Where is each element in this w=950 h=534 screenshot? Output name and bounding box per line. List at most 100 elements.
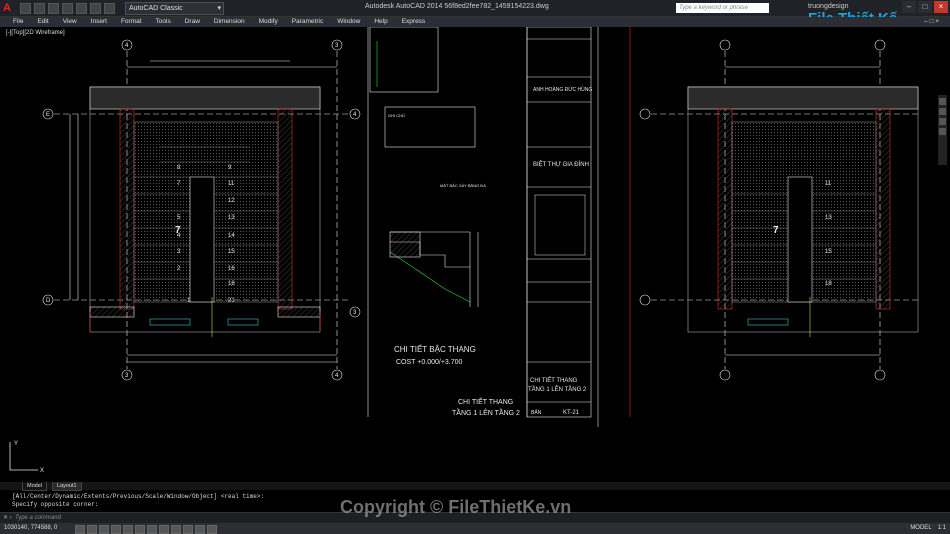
redo-icon[interactable] (104, 3, 115, 14)
section-subtitle: COST +0.000/+3.700 (396, 359, 463, 366)
step-number: 13 (825, 215, 832, 221)
save-icon[interactable] (48, 3, 59, 14)
menu-modify[interactable]: Modify (252, 17, 285, 27)
maximize-button[interactable]: □ (918, 1, 932, 13)
step-number: 11 (228, 181, 235, 187)
autocad-app-icon[interactable]: A (3, 2, 15, 14)
right-stair-plan (629, 27, 920, 417)
orbit-icon[interactable] (939, 118, 946, 125)
project-name: BIỆT THỰ GIA ĐÌNH (533, 160, 589, 168)
menu-tools[interactable]: Tools (149, 17, 178, 27)
section-title: CHI TIẾT BẬC THANG (394, 344, 476, 354)
step-number: 21 (228, 298, 235, 304)
flight-number: 7 (175, 225, 181, 236)
workspace-label: AutoCAD Classic (129, 5, 183, 12)
menu-draw[interactable]: Draw (178, 17, 207, 27)
zoom-icon[interactable] (939, 108, 946, 115)
ortho-icon[interactable] (99, 525, 109, 534)
flight-number: 7 (773, 225, 779, 236)
status-right: MODEL 1:1 (910, 523, 946, 534)
step-number: 14 (228, 233, 235, 239)
annotation-scale[interactable]: 1:1 (938, 523, 946, 534)
otrack-icon[interactable] (135, 525, 145, 534)
print-icon[interactable] (76, 3, 87, 14)
sheet-number: KT-21 (563, 410, 580, 416)
step-number: 18 (825, 281, 832, 287)
watermark: Copyright © FileThietKe.vn (340, 497, 572, 517)
osnap-icon[interactable] (123, 525, 133, 534)
undo-icon[interactable] (90, 3, 101, 14)
section-labels: GHI CHÚ MẶT BẬC XÂY BẰNG ĐÁ CHI TIẾT BẬC… (388, 113, 520, 417)
qp-icon[interactable] (195, 525, 205, 534)
tab-layout1[interactable]: Layout1 (52, 482, 82, 491)
command-input[interactable]: Type a command (15, 513, 61, 523)
menu-insert[interactable]: Insert (84, 17, 114, 27)
grid-label: 3 (335, 43, 339, 49)
model-space-button[interactable]: MODEL (910, 523, 931, 534)
grid-label: 4 (335, 373, 339, 379)
step-number: 13 (228, 215, 235, 221)
title-block (527, 38, 591, 403)
step-number: 16 (228, 266, 235, 272)
menu-help[interactable]: Help (367, 17, 394, 27)
polar-icon[interactable] (111, 525, 121, 534)
grid-label: 3 (353, 310, 357, 316)
step-number: 11 (825, 181, 832, 187)
quick-access-toolbar (20, 3, 115, 14)
drafting-toggles (75, 525, 217, 534)
pan-icon[interactable] (939, 98, 946, 105)
document-window-controls[interactable]: – □ × (917, 17, 946, 27)
title-block-labels: ANH HOÀNG ĐỨC HÙNG BIỆT THỰ GIA ĐÌNH CHI… (528, 86, 592, 416)
search-input[interactable]: Type a keyword or phrase (676, 3, 769, 13)
navigation-bar (938, 95, 947, 165)
dyn-icon[interactable] (159, 525, 169, 534)
drawing-canvas[interactable]: 4 3 3 4 E D 4 3 8 7 5 4 3 2 1 7 9 11 12 … (0, 27, 950, 482)
menu-window[interactable]: Window (330, 17, 367, 27)
svg-text:X: X (40, 468, 44, 474)
layout-tabs: Model Layout1 (0, 482, 950, 491)
grid-icon[interactable] (87, 525, 97, 534)
grid-label: 4 (125, 43, 129, 49)
workspace-select[interactable]: AutoCAD Classic ▾ (125, 2, 224, 15)
step-number: 12 (228, 198, 235, 204)
menu-format[interactable]: Format (114, 17, 149, 27)
menu-file[interactable]: File (6, 17, 30, 27)
showmotion-icon[interactable] (939, 128, 946, 135)
left-stair-plan (42, 39, 361, 381)
svg-text:Y: Y (14, 441, 18, 447)
close-icon[interactable]: ✕ › (3, 513, 12, 523)
step-number: 18 (228, 281, 235, 287)
grid-label: 3 (125, 373, 129, 379)
ucs-icon: Y X (9, 441, 44, 474)
detail-note: MẶT BẬC XÂY BẰNG ĐÁ (440, 183, 486, 188)
step-number: 15 (825, 249, 832, 255)
sheet-label: BẢN (531, 409, 542, 416)
sheet-title-line1: CHI TIẾT THANG (530, 377, 578, 384)
sc-icon[interactable] (207, 525, 217, 534)
notes-header: GHI CHÚ (388, 113, 405, 118)
new-icon[interactable] (20, 3, 31, 14)
menu-parametric[interactable]: Parametric (285, 17, 330, 27)
lwt-icon[interactable] (171, 525, 181, 534)
tab-model[interactable]: Model (22, 482, 47, 491)
coordinate-readout: 1030140, 774588, 0 (4, 525, 58, 531)
open-icon[interactable] (34, 3, 45, 14)
plan-title-line2: TẦNG 1 LÊN TẦNG 2 (452, 407, 520, 417)
menu-express[interactable]: Express (395, 17, 432, 27)
menu-dimension[interactable]: Dimension (207, 17, 252, 27)
menu-view[interactable]: View (56, 17, 84, 27)
plan-title-line1: CHI TIẾT THANG (458, 396, 513, 406)
grid-label: 4 (353, 112, 357, 118)
saveas-icon[interactable] (62, 3, 73, 14)
close-button[interactable]: × (934, 1, 948, 13)
menu-edit[interactable]: Edit (30, 17, 55, 27)
sheet-title-line2: TẦNG 1 LÊN TẦNG 2 (528, 385, 587, 393)
status-bar: 1030140, 774588, 0 MODEL 1:1 (0, 523, 950, 534)
window-title: Autodesk AutoCAD 2014 56f8ed2fee782_1459… (365, 3, 549, 10)
tpy-icon[interactable] (183, 525, 193, 534)
step-number: 15 (228, 249, 235, 255)
ducs-icon[interactable] (147, 525, 157, 534)
user-name[interactable]: truongdesign (808, 3, 848, 10)
chevron-down-icon: ▾ (217, 5, 221, 12)
snap-icon[interactable] (75, 525, 85, 534)
